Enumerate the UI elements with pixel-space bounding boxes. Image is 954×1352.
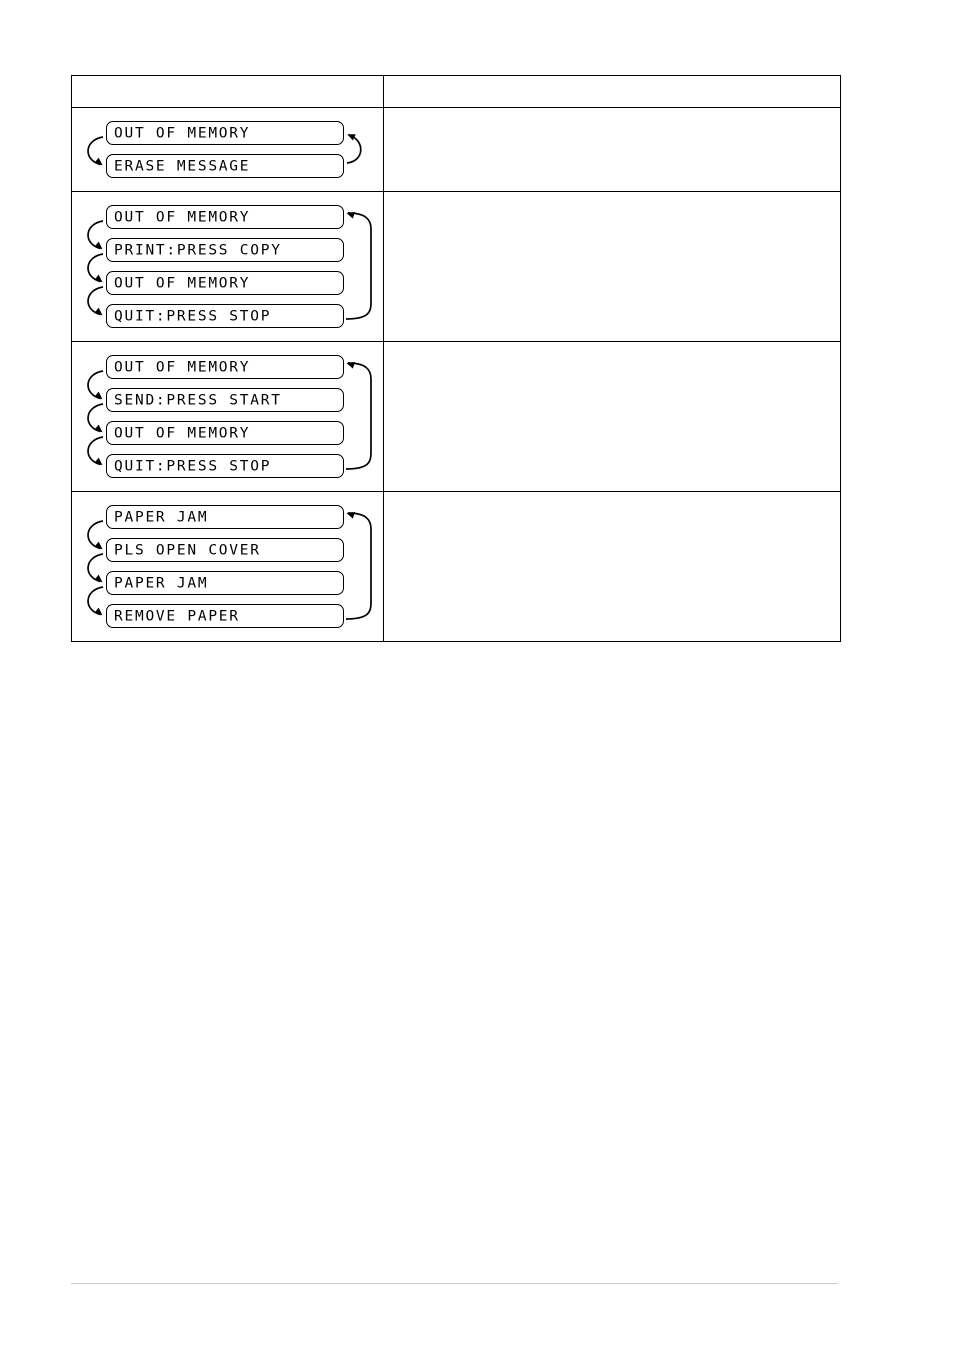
lcd-message-text: ERASE MESSAGE — [114, 158, 251, 175]
cell-cause-action — [383, 191, 841, 342]
lcd-message-text: QUIT:PRESS STOP — [114, 458, 272, 475]
lcd-message-box: OUT OF MEMORY — [106, 121, 344, 145]
lcd-sequence-group-1: OUT OF MEMORY ERASE MESSAGE — [72, 108, 383, 191]
lcd-message-text: PAPER JAM — [114, 509, 209, 526]
cell-cause-action — [383, 341, 841, 492]
lcd-message-box: PAPER JAM — [106, 571, 344, 595]
lcd-message-text: OUT OF MEMORY — [114, 209, 251, 226]
lcd-sequence-group-3: OUT OF MEMORY SEND:PRESS START OUT OF MEMO… — [72, 342, 383, 491]
lcd-message-box: PAPER JAM — [106, 505, 344, 529]
lcd-message-text: OUT OF MEMORY — [114, 125, 251, 142]
cell-cause-action — [383, 491, 841, 642]
cell-lcd-sequence: PAPER JAM PLS OPEN COVER PAPER JAM REMOVE P… — [71, 491, 384, 642]
table-row: OUT OF MEMORY SEND:PRESS START OUT OF MEMO… — [71, 341, 841, 492]
lcd-message-box: PRINT:PRESS COPY — [106, 238, 344, 262]
lcd-message-box: QUIT:PRESS STOP — [106, 304, 344, 328]
lcd-box-list: OUT OF MEMORY SEND:PRESS START OUT OF MEMO… — [72, 355, 383, 478]
lcd-message-text: PLS OPEN COVER — [114, 542, 261, 559]
lcd-message-text: OUT OF MEMORY — [114, 425, 251, 442]
lcd-error-message-table: OUT OF MEMORY ERASE MESSAGE OUT OF MEMORY… — [71, 75, 841, 642]
footer-divider-rule — [71, 1283, 838, 1284]
table-row: PAPER JAM PLS OPEN COVER PAPER JAM REMOVE P… — [71, 491, 841, 642]
cell-lcd-sequence: OUT OF MEMORY PRINT:PRESS COPY OUT OF MEMO… — [71, 191, 384, 342]
lcd-sequence-group-2: OUT OF MEMORY PRINT:PRESS COPY OUT OF MEMO… — [72, 192, 383, 341]
lcd-message-box: ERASE MESSAGE — [106, 154, 344, 178]
lcd-message-box: OUT OF MEMORY — [106, 355, 344, 379]
lcd-message-box: OUT OF MEMORY — [106, 205, 344, 229]
header-cell-cause-action — [383, 75, 841, 108]
lcd-message-text: PRINT:PRESS COPY — [114, 242, 282, 259]
table-row: OUT OF MEMORY ERASE MESSAGE — [71, 107, 841, 192]
lcd-message-text: QUIT:PRESS STOP — [114, 308, 272, 325]
lcd-box-list: OUT OF MEMORY PRINT:PRESS COPY OUT OF MEMO… — [72, 205, 383, 328]
lcd-message-box: QUIT:PRESS STOP — [106, 454, 344, 478]
lcd-message-box: OUT OF MEMORY — [106, 271, 344, 295]
cell-cause-action — [383, 107, 841, 192]
lcd-sequence-group-4: PAPER JAM PLS OPEN COVER PAPER JAM REMOVE P… — [72, 492, 383, 641]
lcd-message-box: SEND:PRESS START — [106, 388, 344, 412]
table-row: OUT OF MEMORY PRINT:PRESS COPY OUT OF MEMO… — [71, 191, 841, 342]
lcd-message-text: PAPER JAM — [114, 575, 209, 592]
cell-lcd-sequence: OUT OF MEMORY SEND:PRESS START OUT OF MEMO… — [71, 341, 384, 492]
lcd-box-list: PAPER JAM PLS OPEN COVER PAPER JAM REMOVE P… — [72, 505, 383, 628]
lcd-message-text: REMOVE PAPER — [114, 608, 240, 625]
lcd-box-list: OUT OF MEMORY ERASE MESSAGE — [72, 121, 383, 178]
lcd-message-box: PLS OPEN COVER — [106, 538, 344, 562]
lcd-message-text: OUT OF MEMORY — [114, 275, 251, 292]
table-header-row — [71, 75, 841, 108]
lcd-message-box: REMOVE PAPER — [106, 604, 344, 628]
lcd-message-text: SEND:PRESS START — [114, 392, 282, 409]
header-cell-lcd-message — [71, 75, 384, 108]
cell-lcd-sequence: OUT OF MEMORY ERASE MESSAGE — [71, 107, 384, 192]
lcd-message-box: OUT OF MEMORY — [106, 421, 344, 445]
lcd-message-text: OUT OF MEMORY — [114, 359, 251, 376]
